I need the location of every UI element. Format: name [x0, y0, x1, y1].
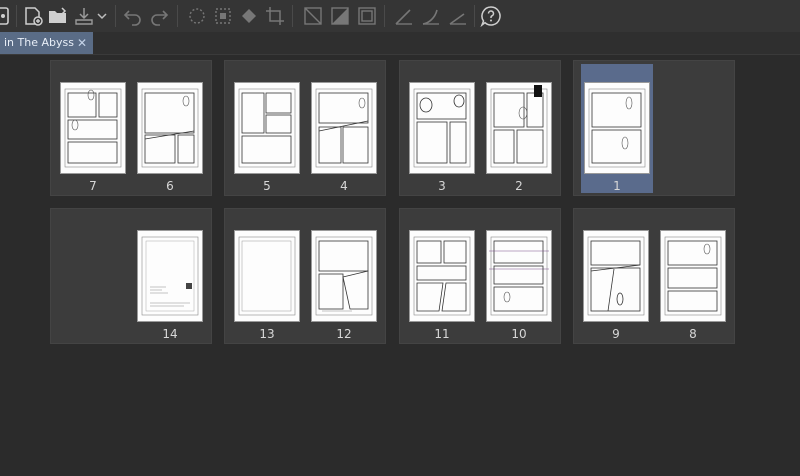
page-number: 8 [689, 327, 697, 341]
clear-selection-icon[interactable] [186, 5, 208, 27]
curve-ruler-icon[interactable] [420, 5, 442, 27]
perspective-ruler-icon[interactable] [447, 5, 469, 27]
page-number: 11 [434, 327, 450, 341]
page-number: 4 [340, 179, 348, 193]
page-thumbnail-13[interactable] [234, 230, 300, 322]
spread-1[interactable]: 1 [573, 60, 735, 196]
app-menu-icon[interactable] [0, 5, 14, 27]
page-number: 7 [89, 179, 97, 193]
frame-border-icon[interactable] [356, 5, 378, 27]
page-thumbnail-10[interactable] [486, 230, 552, 322]
page-number: 14 [162, 327, 178, 341]
toolbar-separator [474, 5, 475, 27]
page-number: 5 [263, 179, 271, 193]
document-tab[interactable]: in The Abyss ✕ [0, 32, 93, 54]
spread-14[interactable]: 14 [50, 208, 212, 344]
page-thumbnail-5[interactable] [234, 82, 300, 174]
spread-3-2[interactable]: 3 2 [399, 60, 561, 196]
page-thumbnail-12[interactable] [311, 230, 377, 322]
fill-icon[interactable] [238, 5, 260, 27]
add-page-icon[interactable] [22, 5, 44, 27]
document-tab-label: in The Abyss [4, 36, 74, 49]
spread-11-10[interactable]: 11 10 [399, 208, 561, 344]
toolbar-separator [115, 5, 116, 27]
spread-13-12[interactable]: 13 12 [224, 208, 386, 344]
page-thumbnail-14[interactable] [137, 230, 203, 322]
page-number: 10 [511, 327, 527, 341]
page-thumbnail-1[interactable] [584, 82, 650, 174]
page-number: 9 [612, 327, 620, 341]
spread-9-8[interactable]: 9 8 [573, 208, 735, 344]
close-icon[interactable]: ✕ [77, 32, 87, 54]
page-thumbnail-9[interactable] [583, 230, 649, 322]
hide-outside-selection-icon[interactable] [302, 5, 324, 27]
page-thumbnail-4[interactable] [311, 82, 377, 174]
open-folder-icon[interactable] [47, 5, 69, 27]
page-thumbnail-3[interactable] [409, 82, 475, 174]
convert-layer-icon[interactable] [329, 5, 351, 27]
ruler-line-icon[interactable] [393, 5, 415, 27]
page-thumbnail-11[interactable] [409, 230, 475, 322]
redo-icon[interactable] [148, 5, 170, 27]
page-number: 2 [515, 179, 523, 193]
spread-5-4[interactable]: 5 4 [224, 60, 386, 196]
transform-selection-icon[interactable] [212, 5, 234, 27]
toolbar [0, 0, 800, 33]
toolbar-separator [384, 5, 385, 27]
toolbar-separator [16, 5, 17, 27]
page-thumbnail-2[interactable] [486, 82, 552, 174]
spread-7-6[interactable]: 7 6 [50, 60, 212, 196]
crop-icon[interactable] [264, 5, 286, 27]
toolbar-separator [292, 5, 293, 27]
undo-icon[interactable] [122, 5, 144, 27]
help-icon[interactable] [480, 5, 502, 27]
page-number: 13 [259, 327, 275, 341]
page-number: 1 [613, 179, 621, 193]
export-icon[interactable] [73, 5, 95, 27]
page-number: 12 [336, 327, 352, 341]
page-thumbnail-7[interactable] [60, 82, 126, 174]
page-thumbnail-8[interactable] [660, 230, 726, 322]
toolbar-separator [177, 5, 178, 27]
page-number: 6 [166, 179, 174, 193]
dropdown-arrow-icon[interactable] [96, 5, 108, 27]
page-thumbnail-6[interactable] [137, 82, 203, 174]
document-tab-bar: in The Abyss ✕ [0, 32, 800, 55]
page-number: 3 [438, 179, 446, 193]
